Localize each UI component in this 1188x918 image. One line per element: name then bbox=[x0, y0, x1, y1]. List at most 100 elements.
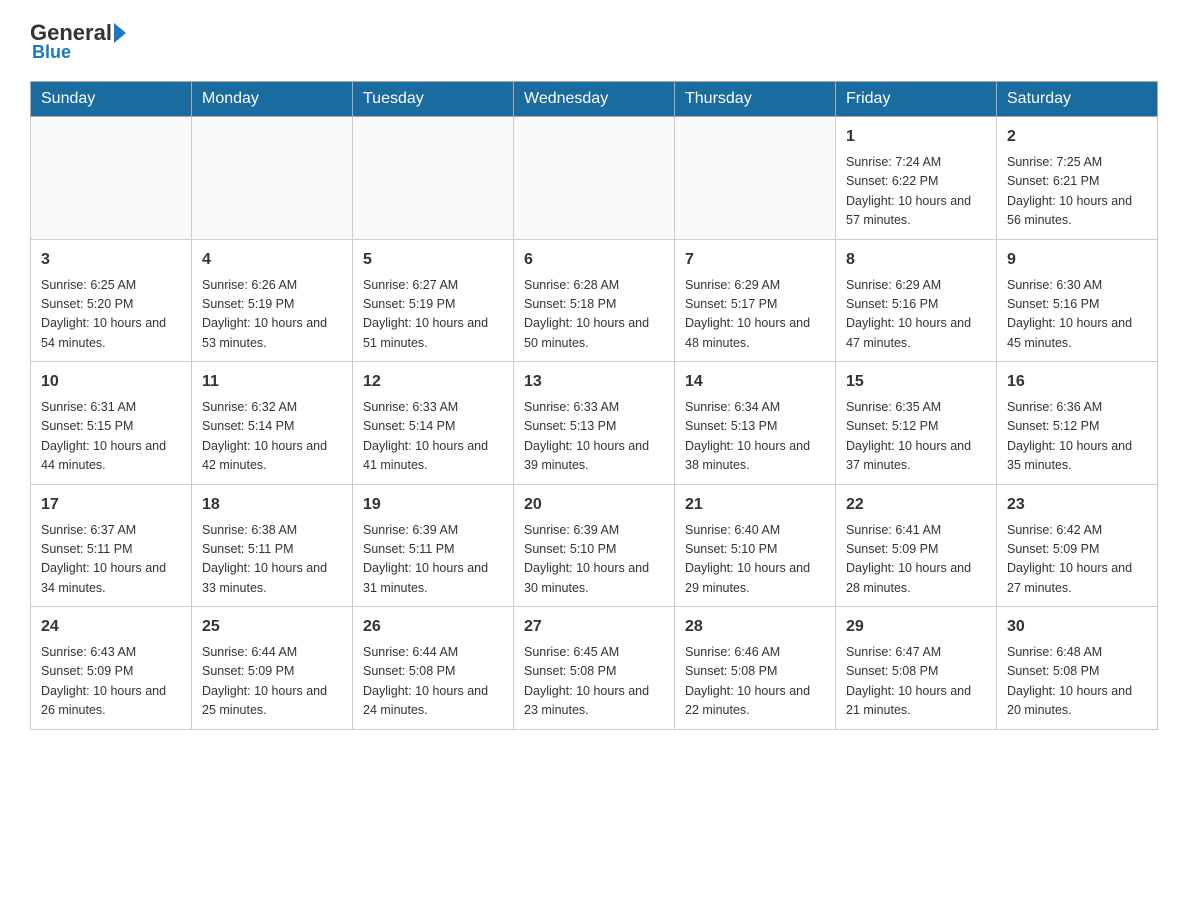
header: General Blue bbox=[30, 20, 1158, 63]
day-info: Sunrise: 6:29 AMSunset: 5:16 PMDaylight:… bbox=[846, 276, 986, 354]
day-info: Sunrise: 6:26 AMSunset: 5:19 PMDaylight:… bbox=[202, 276, 342, 354]
day-number: 21 bbox=[685, 493, 825, 517]
day-info: Sunrise: 6:39 AMSunset: 5:11 PMDaylight:… bbox=[363, 521, 503, 599]
day-number: 27 bbox=[524, 615, 664, 639]
week-row-4: 17 Sunrise: 6:37 AMSunset: 5:11 PMDayligh… bbox=[31, 484, 1158, 607]
day-info: Sunrise: 6:38 AMSunset: 5:11 PMDaylight:… bbox=[202, 521, 342, 599]
calendar-cell: 28 Sunrise: 6:46 AMSunset: 5:08 PMDayligh… bbox=[675, 607, 836, 730]
calendar-cell: 12 Sunrise: 6:33 AMSunset: 5:14 PMDayligh… bbox=[353, 362, 514, 485]
day-number: 30 bbox=[1007, 615, 1147, 639]
day-number: 23 bbox=[1007, 493, 1147, 517]
calendar-cell bbox=[353, 117, 514, 240]
day-info: Sunrise: 6:44 AMSunset: 5:08 PMDaylight:… bbox=[363, 643, 503, 721]
day-number: 15 bbox=[846, 370, 986, 394]
day-number: 26 bbox=[363, 615, 503, 639]
day-info: Sunrise: 6:42 AMSunset: 5:09 PMDaylight:… bbox=[1007, 521, 1147, 599]
day-info: Sunrise: 7:25 AMSunset: 6:21 PMDaylight:… bbox=[1007, 153, 1147, 231]
calendar-cell: 9 Sunrise: 6:30 AMSunset: 5:16 PMDaylight… bbox=[997, 239, 1158, 362]
calendar-cell: 30 Sunrise: 6:48 AMSunset: 5:08 PMDayligh… bbox=[997, 607, 1158, 730]
day-number: 1 bbox=[846, 125, 986, 149]
calendar-header-row: SundayMondayTuesdayWednesdayThursdayFrid… bbox=[31, 82, 1158, 117]
calendar-cell: 10 Sunrise: 6:31 AMSunset: 5:15 PMDayligh… bbox=[31, 362, 192, 485]
day-info: Sunrise: 6:35 AMSunset: 5:12 PMDaylight:… bbox=[846, 398, 986, 476]
day-info: Sunrise: 6:28 AMSunset: 5:18 PMDaylight:… bbox=[524, 276, 664, 354]
day-info: Sunrise: 6:40 AMSunset: 5:10 PMDaylight:… bbox=[685, 521, 825, 599]
calendar-table: SundayMondayTuesdayWednesdayThursdayFrid… bbox=[30, 81, 1158, 730]
day-number: 8 bbox=[846, 248, 986, 272]
column-header-saturday: Saturday bbox=[997, 82, 1158, 117]
day-info: Sunrise: 7:24 AMSunset: 6:22 PMDaylight:… bbox=[846, 153, 986, 231]
calendar-cell: 17 Sunrise: 6:37 AMSunset: 5:11 PMDayligh… bbox=[31, 484, 192, 607]
column-header-monday: Monday bbox=[192, 82, 353, 117]
column-header-tuesday: Tuesday bbox=[353, 82, 514, 117]
calendar-cell: 11 Sunrise: 6:32 AMSunset: 5:14 PMDayligh… bbox=[192, 362, 353, 485]
day-info: Sunrise: 6:33 AMSunset: 5:14 PMDaylight:… bbox=[363, 398, 503, 476]
column-header-wednesday: Wednesday bbox=[514, 82, 675, 117]
day-number: 28 bbox=[685, 615, 825, 639]
day-number: 20 bbox=[524, 493, 664, 517]
calendar-cell: 25Sunrise: 6:44 AMSunset: 5:09 PMDayligh… bbox=[192, 607, 353, 730]
column-header-thursday: Thursday bbox=[675, 82, 836, 117]
calendar-cell bbox=[514, 117, 675, 240]
day-number: 10 bbox=[41, 370, 181, 394]
calendar-cell: 3Sunrise: 6:25 AMSunset: 5:20 PMDaylight… bbox=[31, 239, 192, 362]
day-number: 11 bbox=[202, 370, 342, 394]
day-info: Sunrise: 6:46 AMSunset: 5:08 PMDaylight:… bbox=[685, 643, 825, 721]
day-info: Sunrise: 6:33 AMSunset: 5:13 PMDaylight:… bbox=[524, 398, 664, 476]
calendar-cell: 16 Sunrise: 6:36 AMSunset: 5:12 PMDayligh… bbox=[997, 362, 1158, 485]
calendar-cell: 27 Sunrise: 6:45 AMSunset: 5:08 PMDayligh… bbox=[514, 607, 675, 730]
day-info: Sunrise: 6:48 AMSunset: 5:08 PMDaylight:… bbox=[1007, 643, 1147, 721]
day-info: Sunrise: 6:36 AMSunset: 5:12 PMDaylight:… bbox=[1007, 398, 1147, 476]
calendar-cell: 21 Sunrise: 6:40 AMSunset: 5:10 PMDayligh… bbox=[675, 484, 836, 607]
calendar-cell: 15 Sunrise: 6:35 AMSunset: 5:12 PMDayligh… bbox=[836, 362, 997, 485]
calendar-cell: 19 Sunrise: 6:39 AMSunset: 5:11 PMDayligh… bbox=[353, 484, 514, 607]
calendar-cell: 24 Sunrise: 6:43 AMSunset: 5:09 PMDayligh… bbox=[31, 607, 192, 730]
day-number: 5 bbox=[363, 248, 503, 272]
calendar-cell: 7 Sunrise: 6:29 AMSunset: 5:17 PMDaylight… bbox=[675, 239, 836, 362]
calendar-cell: 23 Sunrise: 6:42 AMSunset: 5:09 PMDayligh… bbox=[997, 484, 1158, 607]
day-number: 17 bbox=[41, 493, 181, 517]
logo-area: General Blue bbox=[30, 20, 130, 63]
day-number: 9 bbox=[1007, 248, 1147, 272]
calendar-cell: 4Sunrise: 6:26 AMSunset: 5:19 PMDaylight… bbox=[192, 239, 353, 362]
day-number: 7 bbox=[685, 248, 825, 272]
week-row-2: 3Sunrise: 6:25 AMSunset: 5:20 PMDaylight… bbox=[31, 239, 1158, 362]
day-info: Sunrise: 6:34 AMSunset: 5:13 PMDaylight:… bbox=[685, 398, 825, 476]
day-number: 12 bbox=[363, 370, 503, 394]
calendar-cell: 6 Sunrise: 6:28 AMSunset: 5:18 PMDaylight… bbox=[514, 239, 675, 362]
day-info: Sunrise: 6:37 AMSunset: 5:11 PMDaylight:… bbox=[41, 521, 181, 599]
logo-blue: Blue bbox=[32, 42, 71, 63]
calendar-cell bbox=[31, 117, 192, 240]
day-info: Sunrise: 6:32 AMSunset: 5:14 PMDaylight:… bbox=[202, 398, 342, 476]
calendar-cell: 13Sunrise: 6:33 AMSunset: 5:13 PMDayligh… bbox=[514, 362, 675, 485]
day-info: Sunrise: 6:43 AMSunset: 5:09 PMDaylight:… bbox=[41, 643, 181, 721]
day-info: Sunrise: 6:47 AMSunset: 5:08 PMDaylight:… bbox=[846, 643, 986, 721]
week-row-1: 1 Sunrise: 7:24 AMSunset: 6:22 PMDaylight… bbox=[31, 117, 1158, 240]
day-number: 18 bbox=[202, 493, 342, 517]
calendar-cell: 22Sunrise: 6:41 AMSunset: 5:09 PMDayligh… bbox=[836, 484, 997, 607]
week-row-5: 24 Sunrise: 6:43 AMSunset: 5:09 PMDayligh… bbox=[31, 607, 1158, 730]
day-number: 29 bbox=[846, 615, 986, 639]
calendar-cell bbox=[192, 117, 353, 240]
day-info: Sunrise: 6:31 AMSunset: 5:15 PMDaylight:… bbox=[41, 398, 181, 476]
calendar-cell: 26 Sunrise: 6:44 AMSunset: 5:08 PMDayligh… bbox=[353, 607, 514, 730]
day-number: 16 bbox=[1007, 370, 1147, 394]
calendar-cell: 8 Sunrise: 6:29 AMSunset: 5:16 PMDaylight… bbox=[836, 239, 997, 362]
column-header-friday: Friday bbox=[836, 82, 997, 117]
calendar-cell: 14 Sunrise: 6:34 AMSunset: 5:13 PMDayligh… bbox=[675, 362, 836, 485]
week-row-3: 10 Sunrise: 6:31 AMSunset: 5:15 PMDayligh… bbox=[31, 362, 1158, 485]
day-number: 24 bbox=[41, 615, 181, 639]
day-info: Sunrise: 6:44 AMSunset: 5:09 PMDaylight:… bbox=[202, 643, 342, 721]
calendar-cell: 1 Sunrise: 7:24 AMSunset: 6:22 PMDaylight… bbox=[836, 117, 997, 240]
day-number: 19 bbox=[363, 493, 503, 517]
day-number: 6 bbox=[524, 248, 664, 272]
day-number: 14 bbox=[685, 370, 825, 394]
day-info: Sunrise: 6:30 AMSunset: 5:16 PMDaylight:… bbox=[1007, 276, 1147, 354]
calendar-cell: 2 Sunrise: 7:25 AMSunset: 6:21 PMDaylight… bbox=[997, 117, 1158, 240]
calendar-cell: 5Sunrise: 6:27 AMSunset: 5:19 PMDaylight… bbox=[353, 239, 514, 362]
day-info: Sunrise: 6:29 AMSunset: 5:17 PMDaylight:… bbox=[685, 276, 825, 354]
day-number: 2 bbox=[1007, 125, 1147, 149]
calendar-cell: 20Sunrise: 6:39 AMSunset: 5:10 PMDayligh… bbox=[514, 484, 675, 607]
day-info: Sunrise: 6:45 AMSunset: 5:08 PMDaylight:… bbox=[524, 643, 664, 721]
logo-arrow-icon bbox=[114, 23, 126, 43]
